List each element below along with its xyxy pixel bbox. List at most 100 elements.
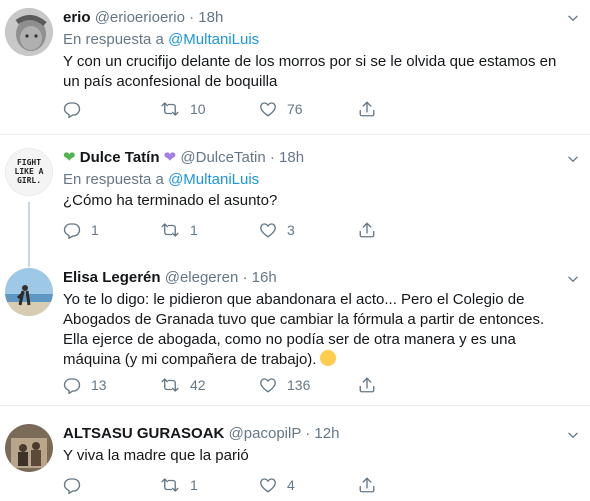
like-count: 76: [287, 101, 303, 117]
reply-icon: [63, 376, 81, 394]
timestamp[interactable]: 16h: [252, 269, 277, 286]
separator-dot: ·: [305, 425, 311, 442]
retweet-count: 42: [190, 377, 206, 393]
like-button[interactable]: 3: [259, 220, 295, 240]
share-button[interactable]: [358, 220, 376, 240]
tweet-header: Elisa Legerén @elegeren · 16h: [63, 268, 277, 288]
reply-mention-link[interactable]: @MultaniLuis: [168, 171, 259, 188]
retweet-button[interactable]: 42: [160, 375, 206, 395]
display-name[interactable]: Elisa Legerén: [63, 269, 161, 286]
like-count: 3: [287, 222, 295, 238]
reply-button[interactable]: 13: [63, 375, 107, 395]
display-name[interactable]: Dulce Tatín: [80, 149, 160, 166]
tweet-text: Y viva la madre que la parió: [63, 446, 578, 466]
reply-mention-link[interactable]: @MultaniLuis: [168, 31, 259, 48]
share-button[interactable]: [358, 99, 376, 119]
separator-dot: ·: [242, 269, 248, 286]
user-handle[interactable]: @pacopilP: [229, 425, 302, 442]
user-handle[interactable]: @elegeren: [165, 269, 239, 286]
reply-icon: [63, 476, 81, 494]
reply-prefix: En respuesta a: [63, 171, 164, 188]
retweet-count: 10: [190, 101, 206, 117]
retweet-count: 1: [190, 222, 198, 238]
tweet-text-line: Ella ejerce de abogada, como no podía se…: [63, 331, 516, 348]
chevron-down-icon[interactable]: [566, 152, 580, 166]
avatar-image: [5, 268, 53, 316]
tweet-text-line: máquina (y mi compañera de trabajo).: [63, 350, 578, 370]
reply-button[interactable]: [63, 99, 91, 119]
reply-icon: [63, 100, 81, 118]
tweet-item[interactable]: FIGHT LIKE A GIRL. ❤ Dulce Tatín ❤ @Dulc…: [0, 135, 590, 255]
heart-icon: [259, 476, 277, 494]
tweet-actions: 13 42 136: [63, 375, 393, 395]
tweet-actions: 1 4: [63, 475, 393, 495]
tweet-item[interactable]: erio @erioerioerio · 18h En respuesta a …: [0, 0, 590, 134]
green-heart-icon: ❤: [63, 149, 76, 166]
retweet-button[interactable]: 10: [160, 99, 206, 119]
user-handle[interactable]: @erioerioerio: [95, 9, 185, 26]
tweet-text: Yo te lo digo: le pidieron que abandonar…: [63, 290, 578, 370]
avatar[interactable]: FIGHT LIKE A GIRL.: [5, 148, 53, 196]
reply-context: En respuesta a @MultaniLuis: [63, 170, 259, 190]
reply-button[interactable]: [63, 475, 91, 495]
tweet-actions: 10 76: [63, 99, 393, 119]
reply-count: 1: [91, 222, 99, 238]
reply-icon: [63, 221, 81, 239]
separator-dot: ·: [269, 149, 275, 166]
tweet-header: ❤ Dulce Tatín ❤ @DulceTatin · 18h: [63, 148, 304, 168]
display-name[interactable]: erio: [63, 9, 91, 26]
thread-line: [28, 255, 30, 267]
tweet-header: erio @erioerioerio · 18h: [63, 8, 223, 28]
avatar[interactable]: [5, 268, 53, 316]
retweet-icon: [160, 376, 180, 394]
avatar[interactable]: [5, 424, 53, 472]
retweet-button[interactable]: 1: [160, 220, 198, 240]
retweet-icon: [160, 100, 180, 118]
tweet-text-line: Yo te lo digo: le pidieron que abandonar…: [63, 291, 525, 308]
retweet-icon: [160, 221, 180, 239]
share-button[interactable]: [358, 475, 376, 495]
share-icon: [358, 376, 376, 394]
tweet-text-line: Y viva la madre que la parió: [63, 447, 249, 464]
reply-prefix: En respuesta a: [63, 31, 164, 48]
timestamp[interactable]: 18h: [198, 9, 223, 26]
tweet-actions: 1 1 3: [63, 220, 393, 240]
share-icon: [358, 476, 376, 494]
avatar[interactable]: [5, 8, 53, 56]
heart-icon: [259, 376, 277, 394]
chevron-down-icon[interactable]: [566, 428, 580, 442]
heart-icon: [259, 221, 277, 239]
purple-heart-icon: ❤: [163, 149, 177, 166]
like-button[interactable]: 4: [259, 475, 295, 495]
raised-fist-emoji-icon: [320, 350, 337, 366]
tweet-text: Y con un crucifijo delante de los morros…: [63, 52, 578, 92]
like-count: 4: [287, 477, 295, 493]
share-button[interactable]: [358, 375, 376, 395]
reply-button[interactable]: 1: [63, 220, 99, 240]
chevron-down-icon[interactable]: [566, 11, 580, 25]
avatar-image: [5, 8, 53, 56]
like-button[interactable]: 76: [259, 99, 303, 119]
display-name[interactable]: ALTSASU GURASOAK: [63, 425, 224, 442]
reply-count: 13: [91, 377, 107, 393]
tweet-item[interactable]: Elisa Legerén @elegeren · 16h Yo te lo d…: [0, 255, 590, 405]
tweet-text-line: un país aconfesional de boquilla: [63, 73, 278, 90]
share-icon: [358, 221, 376, 239]
timestamp[interactable]: 12h: [314, 425, 339, 442]
separator-dot: ·: [189, 9, 195, 26]
reply-context: En respuesta a @MultaniLuis: [63, 30, 259, 50]
tweet-header: ALTSASU GURASOAK @pacopilP · 12h: [63, 424, 339, 444]
user-handle[interactable]: @DulceTatin: [180, 149, 265, 166]
chevron-down-icon[interactable]: [566, 272, 580, 286]
heart-icon: [259, 100, 277, 118]
retweet-icon: [160, 476, 180, 494]
retweet-button[interactable]: 1: [160, 475, 198, 495]
tweet-text: ¿Cómo ha terminado el asunto?: [63, 191, 578, 211]
share-icon: [358, 100, 376, 118]
like-button[interactable]: 136: [259, 375, 310, 395]
retweet-count: 1: [190, 477, 198, 493]
thread-line: [28, 202, 30, 255]
timestamp[interactable]: 18h: [279, 149, 304, 166]
avatar-text: FIGHT LIKE A GIRL.: [14, 158, 44, 185]
tweet-item[interactable]: ALTSASU GURASOAK @pacopilP · 12h Y viva …: [0, 406, 590, 501]
